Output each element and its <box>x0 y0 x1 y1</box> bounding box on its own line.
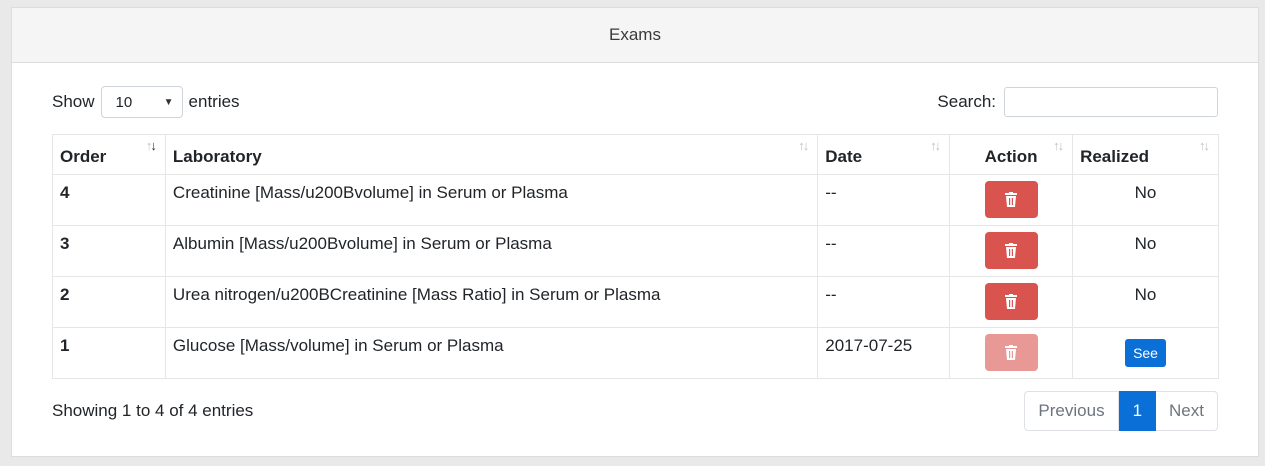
trash-icon <box>1005 192 1018 207</box>
pagination: Previous 1 Next <box>1024 391 1218 431</box>
table-row: 2 Urea nitrogen/u200BCreatinine [Mass Ra… <box>52 276 1219 328</box>
column-header-realized[interactable]: Realized ↑↓ <box>1072 134 1219 175</box>
sort-icon: ↑↓ <box>1053 138 1064 153</box>
laboratory-cell: Urea nitrogen/u200BCreatinine [Mass Rati… <box>164 276 819 328</box>
search-box: Search: <box>937 87 1218 117</box>
trash-icon <box>1005 345 1018 360</box>
column-header-order[interactable]: Order ↑↓ <box>52 134 166 175</box>
column-header-laboratory[interactable]: Laboratory ↑↓ <box>164 134 819 175</box>
card-title: Exams <box>12 8 1258 63</box>
realized-cell: See <box>1072 327 1219 379</box>
exams-card: Exams Show 10 ▼ entries Search: Order ↑↓… <box>11 7 1259 457</box>
action-cell <box>949 225 1074 277</box>
date-cell: -- <box>817 276 951 328</box>
date-cell: -- <box>817 225 951 277</box>
delete-button-disabled <box>984 334 1038 371</box>
sort-icon: ↑↓ <box>930 138 941 153</box>
date-cell: -- <box>817 174 951 226</box>
chevron-down-icon: ▼ <box>163 96 174 108</box>
search-label: Search: <box>937 92 996 111</box>
column-header-label: Laboratory <box>172 147 262 166</box>
search-input[interactable] <box>1004 87 1218 117</box>
sort-icon: ↑↓ <box>145 138 157 153</box>
laboratory-cell: Albumin [Mass/u200Bvolume] in Serum or P… <box>164 225 819 277</box>
entries-label: entries <box>188 92 240 111</box>
action-cell <box>949 327 1074 379</box>
table-footer: Showing 1 to 4 of 4 entries Previous 1 N… <box>52 390 1218 432</box>
laboratory-cell: Creatinine [Mass/u200Bvolume] in Serum o… <box>164 174 819 226</box>
column-header-date[interactable]: Date ↑↓ <box>817 134 951 175</box>
table-info: Showing 1 to 4 of 4 entries <box>52 401 254 420</box>
order-cell: 2 <box>52 276 166 328</box>
page-1-button[interactable]: 1 <box>1118 391 1157 431</box>
column-header-label: Action <box>984 147 1038 166</box>
date-cell: 2017-07-25 <box>817 327 951 379</box>
action-cell <box>949 276 1074 328</box>
table-header-row: Order ↑↓ Laboratory ↑↓ Date ↑↓ Action ↑↓… <box>52 134 1219 175</box>
delete-button[interactable] <box>984 181 1038 218</box>
column-header-label: Date <box>825 147 863 166</box>
realized-cell: No <box>1072 174 1219 226</box>
table-row: 1 Glucose [Mass/volume] in Serum or Plas… <box>52 327 1219 379</box>
realized-cell: No <box>1072 225 1219 277</box>
next-button[interactable]: Next <box>1156 391 1218 431</box>
sort-icon: ↑↓ <box>1199 138 1210 153</box>
column-header-action[interactable]: Action ↑↓ <box>949 134 1074 175</box>
action-cell <box>949 174 1074 226</box>
delete-button[interactable] <box>984 232 1038 269</box>
delete-button[interactable] <box>984 283 1038 320</box>
sort-icon: ↑↓ <box>798 138 809 153</box>
order-cell: 1 <box>52 327 166 379</box>
order-cell: 4 <box>52 174 166 226</box>
realized-cell: No <box>1072 276 1219 328</box>
entries-length: Show 10 ▼ entries <box>52 86 240 118</box>
trash-icon <box>1005 294 1018 309</box>
see-button[interactable]: See <box>1125 339 1166 367</box>
exams-table: Order ↑↓ Laboratory ↑↓ Date ↑↓ Action ↑↓… <box>52 134 1219 379</box>
trash-icon <box>1005 243 1018 258</box>
order-cell: 3 <box>52 225 166 277</box>
column-header-label: Order <box>60 147 107 166</box>
entries-select-value: 10 <box>115 93 133 111</box>
column-header-label: Realized <box>1080 147 1150 166</box>
table-row: 4 Creatinine [Mass/u200Bvolume] in Serum… <box>52 174 1219 226</box>
table-row: 3 Albumin [Mass/u200Bvolume] in Serum or… <box>52 225 1219 277</box>
entries-select[interactable]: 10 ▼ <box>100 86 183 118</box>
show-label: Show <box>52 92 95 111</box>
laboratory-cell: Glucose [Mass/volume] in Serum or Plasma <box>164 327 819 379</box>
table-controls: Show 10 ▼ entries Search: <box>52 86 1218 118</box>
previous-button[interactable]: Previous <box>1024 391 1119 431</box>
